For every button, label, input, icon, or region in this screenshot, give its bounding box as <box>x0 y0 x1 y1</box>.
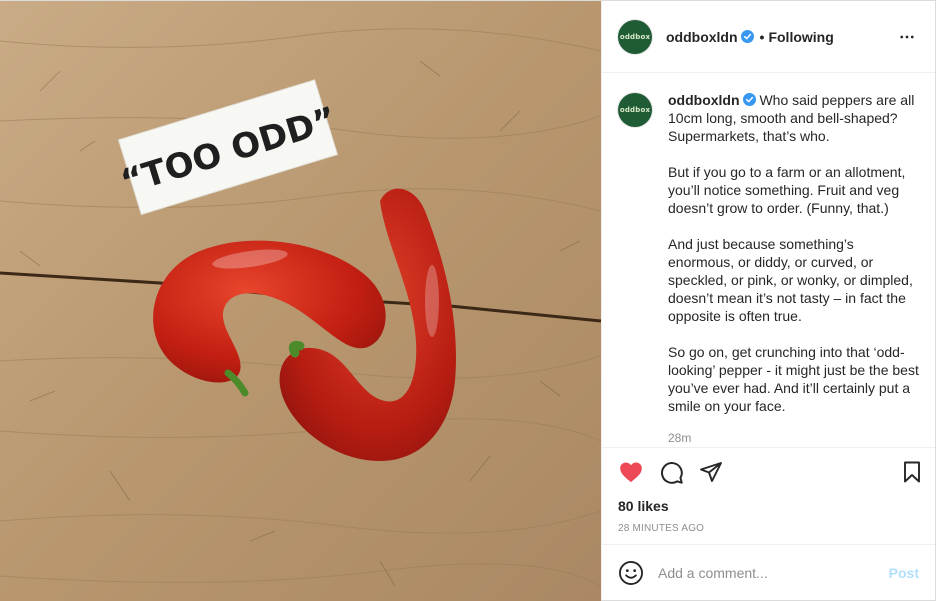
caption-paragraph: And just because something’s enormous, o… <box>668 236 913 324</box>
heart-filled-icon[interactable] <box>618 459 644 485</box>
instagram-post: “TOO ODD” oddbox oddboxldn • Following o… <box>0 0 936 601</box>
caption-body: oddboxldn Who said peppers are all 10cm … <box>668 91 919 447</box>
caption-avatar[interactable]: oddbox <box>618 93 652 127</box>
caption-paragraph: oddboxldn Who said peppers are all 10cm … <box>668 91 919 145</box>
peppers-image: “TOO ODD” <box>0 1 601 601</box>
post-timestamp[interactable]: 28 MINUTES AGO <box>602 523 935 534</box>
verified-badge-icon <box>742 92 756 106</box>
actions-section: 80 likes 28 MINUTES AGO <box>602 447 935 544</box>
verified-badge-icon <box>740 30 754 43</box>
caption-paragraph: But if you go to a farm or an allotment,… <box>668 164 906 216</box>
more-horizontal-icon[interactable] <box>895 25 919 49</box>
avatar-logo: oddbox <box>619 106 651 114</box>
avatar[interactable]: oddbox <box>618 19 652 54</box>
caption: oddbox oddboxldn Who said peppers are al… <box>618 91 919 447</box>
likes-count[interactable]: 80 likes <box>602 498 935 514</box>
separator-dot: • <box>759 28 765 45</box>
post-comment-button[interactable]: Post <box>889 565 919 581</box>
header-username[interactable]: oddboxldn <box>666 29 738 45</box>
post-header: oddbox oddboxldn • Following <box>602 1 935 73</box>
post-photo[interactable]: “TOO ODD” <box>0 1 601 601</box>
caption-area: oddbox oddboxldn Who said peppers are al… <box>602 73 935 447</box>
comment-icon[interactable] <box>658 459 684 485</box>
following-button[interactable]: Following <box>768 29 833 45</box>
emoji-icon[interactable] <box>618 560 644 586</box>
post-sidebar: oddbox oddboxldn • Following oddbox oddb… <box>601 1 935 600</box>
bookmark-icon[interactable] <box>899 459 925 485</box>
avatar-logo: oddbox <box>619 32 651 41</box>
caption-username[interactable]: oddboxldn <box>668 92 740 108</box>
caption-paragraph: So go on, get crunching into that ‘odd-l… <box>668 344 919 414</box>
share-icon[interactable] <box>698 459 724 485</box>
caption-time[interactable]: 28m <box>668 429 919 447</box>
comment-input[interactable] <box>658 564 889 581</box>
comment-bar: Post <box>602 544 935 600</box>
action-bar <box>602 448 935 496</box>
